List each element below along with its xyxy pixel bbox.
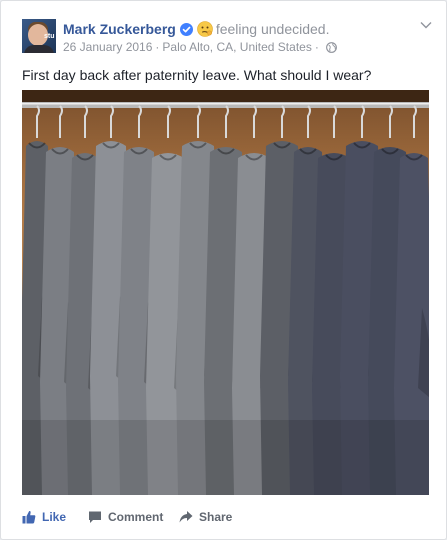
share-label: Share	[199, 510, 233, 524]
hanger	[167, 105, 171, 138]
post-text: First day back after paternity leave. Wh…	[22, 67, 372, 83]
post-actions-bar: Like Comment Share	[1, 504, 446, 536]
comment-bubble-icon	[89, 511, 101, 523]
post-card: stu Mark Zuckerberg feeling undecided. 2…	[0, 0, 447, 540]
closet-rail	[22, 102, 429, 108]
hanger	[197, 105, 201, 138]
meta-separator: ·	[155, 40, 160, 54]
post-photo[interactable]	[22, 90, 429, 495]
meta-separator-2: ·	[314, 40, 319, 54]
closet-image	[22, 90, 429, 495]
hanger	[36, 105, 40, 138]
thumbs-up-icon	[22, 510, 36, 524]
post-location[interactable]: Palo Alto, CA, United States	[162, 40, 311, 54]
comment-button[interactable]: Comment	[88, 510, 163, 524]
post-date[interactable]: 26 January 2016	[63, 40, 152, 54]
chevron-down-icon[interactable]	[420, 21, 432, 29]
hanger	[333, 105, 337, 138]
hanger	[281, 105, 285, 138]
closet-floor-shadow	[22, 420, 429, 495]
share-button[interactable]: Share	[179, 510, 232, 524]
like-label: Like	[42, 510, 67, 524]
post-meta: 26 January 2016 · Palo Alto, CA, United …	[63, 40, 337, 54]
share-arrow-icon	[179, 511, 193, 523]
closet-rail-highlight	[22, 103, 429, 105]
hanger	[253, 105, 257, 138]
hanger	[138, 105, 142, 138]
hanger	[307, 105, 311, 138]
hanger	[84, 105, 88, 138]
author-avatar[interactable]: stu	[22, 19, 56, 53]
comment-label: Comment	[108, 510, 164, 524]
hanger	[59, 105, 63, 138]
hanger	[389, 105, 393, 138]
feeling-text: feeling undecided.	[215, 21, 330, 37]
hanger	[361, 105, 365, 138]
like-button[interactable]: Like	[22, 510, 66, 524]
closet-wall-shadow	[22, 90, 429, 104]
avatar-sign-text: stu	[44, 33, 55, 40]
hanger	[225, 105, 229, 138]
post-header: Mark Zuckerberg feeling undecided.	[63, 21, 329, 37]
hanger	[110, 105, 114, 138]
hanger	[413, 105, 417, 138]
globe-icon[interactable]	[325, 41, 337, 53]
undecided-emoji-icon	[197, 21, 213, 37]
author-name[interactable]: Mark Zuckerberg	[63, 21, 176, 37]
verified-badge-icon	[179, 22, 193, 36]
